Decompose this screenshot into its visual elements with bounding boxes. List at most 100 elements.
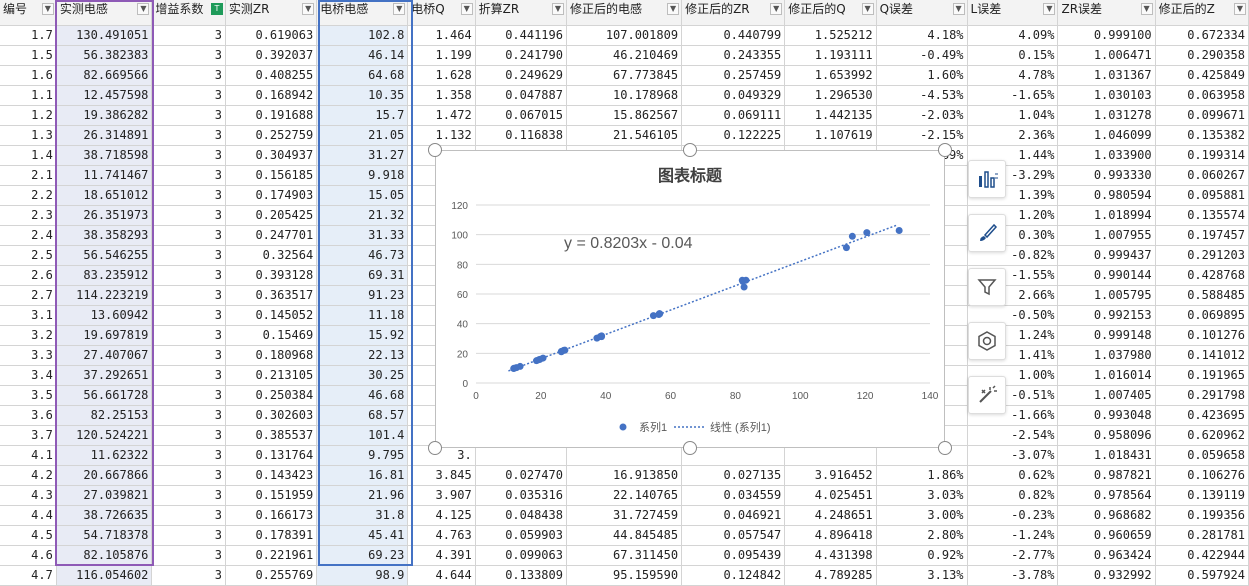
cell[interactable]: 4.78% <box>967 65 1059 86</box>
column-header-8[interactable]: 修正后的ZR ▼ <box>681 0 786 26</box>
cell[interactable]: -1.24% <box>967 525 1059 546</box>
cell[interactable]: 3 <box>151 465 226 486</box>
cell[interactable]: 0.124842 <box>681 565 786 586</box>
cell[interactable]: 0.441196 <box>475 25 567 46</box>
cell[interactable]: 1.007955 <box>1057 225 1156 246</box>
cell[interactable]: 1.628 <box>407 65 476 86</box>
cell[interactable]: 3 <box>151 285 226 306</box>
cell[interactable]: 4.431398 <box>784 545 877 566</box>
cell[interactable]: 0.249629 <box>475 65 567 86</box>
cell[interactable]: 4.644 <box>407 565 476 586</box>
cell[interactable]: 4.18% <box>876 25 968 46</box>
cell[interactable]: 26.351973 <box>56 205 153 226</box>
cell[interactable]: 3 <box>151 85 226 106</box>
cell[interactable]: 3 <box>151 225 226 246</box>
cell[interactable]: 27.039821 <box>56 485 153 506</box>
cell[interactable]: -2.77% <box>967 545 1059 566</box>
cell[interactable]: 0.035316 <box>475 485 567 506</box>
cell[interactable]: 20.667866 <box>56 465 153 486</box>
cell[interactable]: 0.116838 <box>475 125 567 146</box>
cell[interactable]: 3 <box>151 165 226 186</box>
cell[interactable]: 0.069895 <box>1155 305 1249 326</box>
cell[interactable]: 1.358 <box>407 85 476 106</box>
cell[interactable]: 1.037980 <box>1057 345 1156 366</box>
cell[interactable]: -1.65% <box>967 85 1059 106</box>
cell[interactable]: 0.141012 <box>1155 345 1249 366</box>
cell[interactable]: 3 <box>151 325 226 346</box>
cell[interactable]: 16.81 <box>316 465 409 486</box>
cell[interactable]: 3 <box>151 425 226 446</box>
cell[interactable]: 3.1 <box>0 305 57 326</box>
cell[interactable]: 0.597924 <box>1155 565 1249 586</box>
cell[interactable]: 114.223219 <box>56 285 153 306</box>
cell[interactable]: 120.524221 <box>56 425 153 446</box>
cell[interactable]: 54.718378 <box>56 525 153 546</box>
cell[interactable]: 0.243355 <box>681 45 786 66</box>
cell[interactable]: 0.980594 <box>1057 185 1156 206</box>
cell[interactable]: 0.095881 <box>1155 185 1249 206</box>
filter-dropdown-icon[interactable]: ▼ <box>460 3 473 15</box>
cell[interactable]: 4.09% <box>967 25 1059 46</box>
cell[interactable]: 0.131764 <box>225 445 318 466</box>
cell[interactable]: 0.027470 <box>475 465 567 486</box>
cell[interactable]: 0.428768 <box>1155 265 1249 286</box>
cell[interactable]: 0.392037 <box>225 45 318 66</box>
cell[interactable]: 0.205425 <box>225 205 318 226</box>
cell[interactable]: 1.033900 <box>1057 145 1156 166</box>
cell[interactable]: 1.2 <box>0 105 57 126</box>
cell[interactable]: 98.9 <box>316 565 409 586</box>
cell[interactable]: 0.199356 <box>1155 505 1249 526</box>
cell[interactable]: 0.15% <box>967 45 1059 66</box>
cell[interactable]: 0.423695 <box>1155 405 1249 426</box>
cell[interactable]: 0.393128 <box>225 265 318 286</box>
cell[interactable]: 0.82% <box>967 485 1059 506</box>
cell[interactable]: 4.025451 <box>784 485 877 506</box>
cell[interactable]: 3 <box>151 385 226 406</box>
cell[interactable]: 102.8 <box>316 25 409 46</box>
cell[interactable]: 0.145052 <box>225 305 318 326</box>
cell[interactable]: 0.221961 <box>225 545 318 566</box>
cell[interactable]: 38.726635 <box>56 505 153 526</box>
cell[interactable]: 9.918 <box>316 165 409 186</box>
cell[interactable]: 15.7 <box>316 105 409 126</box>
column-header-0[interactable]: 编号 ▼ <box>0 0 57 26</box>
cell[interactable]: 2.4 <box>0 225 57 246</box>
cell[interactable]: 1.031367 <box>1057 65 1156 86</box>
cell[interactable]: 116.054602 <box>56 565 153 586</box>
cell[interactable]: 22.140765 <box>566 485 683 506</box>
cell[interactable]: 46.14 <box>316 45 409 66</box>
cell[interactable]: 3 <box>151 405 226 426</box>
cell[interactable]: 3.916452 <box>784 465 877 486</box>
cell[interactable]: 1.3 <box>0 125 57 146</box>
cell[interactable]: 1.60% <box>876 65 968 86</box>
cell[interactable]: 3 <box>151 185 226 206</box>
filter-dropdown-icon[interactable]: ▼ <box>41 3 54 15</box>
filter-dropdown-icon[interactable]: ▼ <box>952 3 965 15</box>
cell[interactable]: 44.845485 <box>566 525 683 546</box>
resize-handle-top-middle[interactable] <box>683 143 697 157</box>
cell[interactable]: 3 <box>151 545 226 566</box>
cell[interactable]: 0.978564 <box>1057 485 1156 506</box>
cell[interactable]: 27.407067 <box>56 345 153 366</box>
cell[interactable]: 0.32564 <box>225 245 318 266</box>
cell[interactable]: 1.472 <box>407 105 476 126</box>
cell[interactable]: 0.059903 <box>475 525 567 546</box>
cell[interactable]: 0.047887 <box>475 85 567 106</box>
cell[interactable]: 0.046921 <box>681 505 786 526</box>
cell[interactable]: 1.006471 <box>1057 45 1156 66</box>
cell[interactable]: 0.101276 <box>1155 325 1249 346</box>
cell[interactable]: 11.62322 <box>56 445 153 466</box>
cell[interactable]: 0.034559 <box>681 485 786 506</box>
filter-active-icon[interactable]: T <box>210 3 223 15</box>
cell[interactable]: 18.651012 <box>56 185 153 206</box>
cell[interactable]: 30.25 <box>316 365 409 386</box>
cell[interactable]: 0.960659 <box>1057 525 1156 546</box>
cell[interactable]: -3.07% <box>967 445 1059 466</box>
resize-handle-bottom-middle[interactable] <box>683 441 697 455</box>
cell[interactable]: 0.180968 <box>225 345 318 366</box>
cell[interactable]: 3.3 <box>0 345 57 366</box>
cell[interactable]: 15.862567 <box>566 105 683 126</box>
cell[interactable]: 2.6 <box>0 265 57 286</box>
cell[interactable]: 0.241790 <box>475 45 567 66</box>
cell[interactable]: 0.281781 <box>1155 525 1249 546</box>
